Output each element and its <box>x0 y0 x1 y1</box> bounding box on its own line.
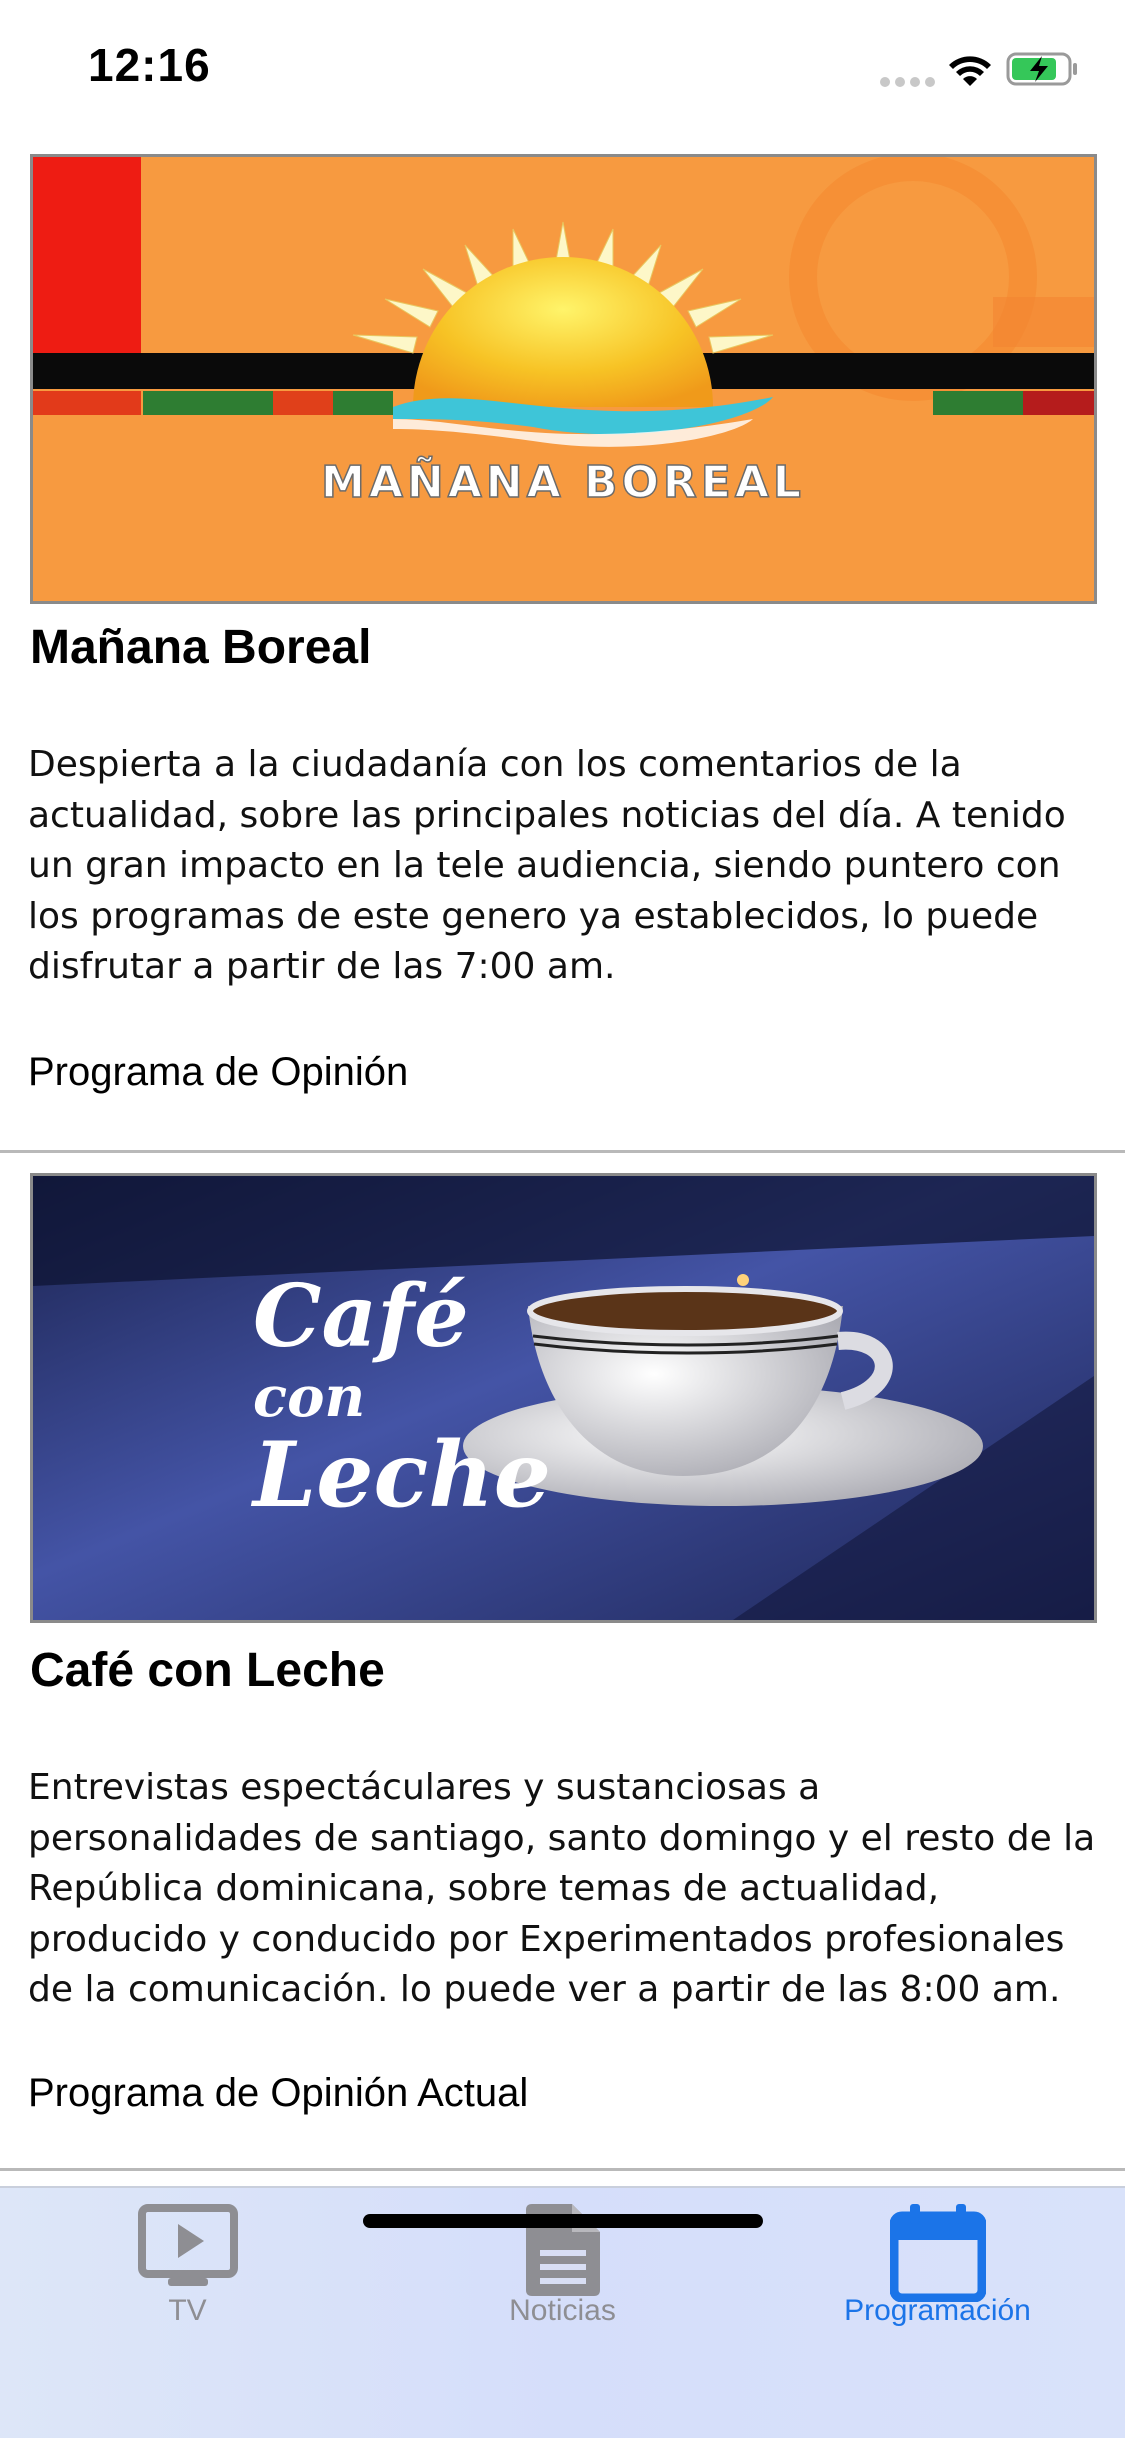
program-description: Despierta a la ciudadanía con los coment… <box>28 744 1066 987</box>
status-time: 12:16 <box>88 39 211 91</box>
banner-text-1: Café <box>253 1266 469 1367</box>
program-category: Programa de Opinión Actual <box>28 2071 529 2115</box>
tv-play-icon <box>137 2204 238 2286</box>
program-category: Programa de Opinión <box>28 1050 409 1094</box>
wifi-icon <box>949 56 991 86</box>
banner-text: MAÑANA BOREAL <box>321 455 805 508</box>
program-list[interactable]: MAÑANA BOREAL Mañana Boreal Despierta a … <box>0 150 1125 2171</box>
program-cell-cafe-con-leche[interactable]: Café con Leche Café con Leche Entrevista… <box>0 1153 1125 2171</box>
cellular-signal-icon <box>880 74 940 92</box>
tab-label: TV <box>168 2294 207 2327</box>
status-bar: 12:16 <box>0 0 1125 140</box>
banner-text-2: con <box>253 1364 365 1430</box>
banner-text-3: Leche <box>250 1422 551 1528</box>
program-title: Café con Leche <box>30 1644 385 1697</box>
tab-programacion[interactable]: Programación <box>750 2188 1125 2358</box>
program-cell-manana-boreal[interactable]: MAÑANA BOREAL Mañana Boreal Despierta a … <box>0 150 1125 1153</box>
home-indicator[interactable] <box>363 2214 763 2228</box>
battery-charging-icon <box>1006 52 1077 86</box>
tab-label: Programación <box>844 2294 1031 2327</box>
cafe-con-leche-banner-image: Café con Leche <box>30 1173 1097 1623</box>
tab-label: Noticias <box>509 2294 616 2327</box>
program-description: Entrevistas espectáculares y sustanciosa… <box>28 1767 1096 2010</box>
tab-tv[interactable]: TV <box>0 2188 375 2358</box>
calendar-icon <box>889 2204 986 2302</box>
manana-boreal-banner-image: MAÑANA BOREAL <box>30 154 1097 604</box>
program-title: Mañana Boreal <box>30 621 372 674</box>
